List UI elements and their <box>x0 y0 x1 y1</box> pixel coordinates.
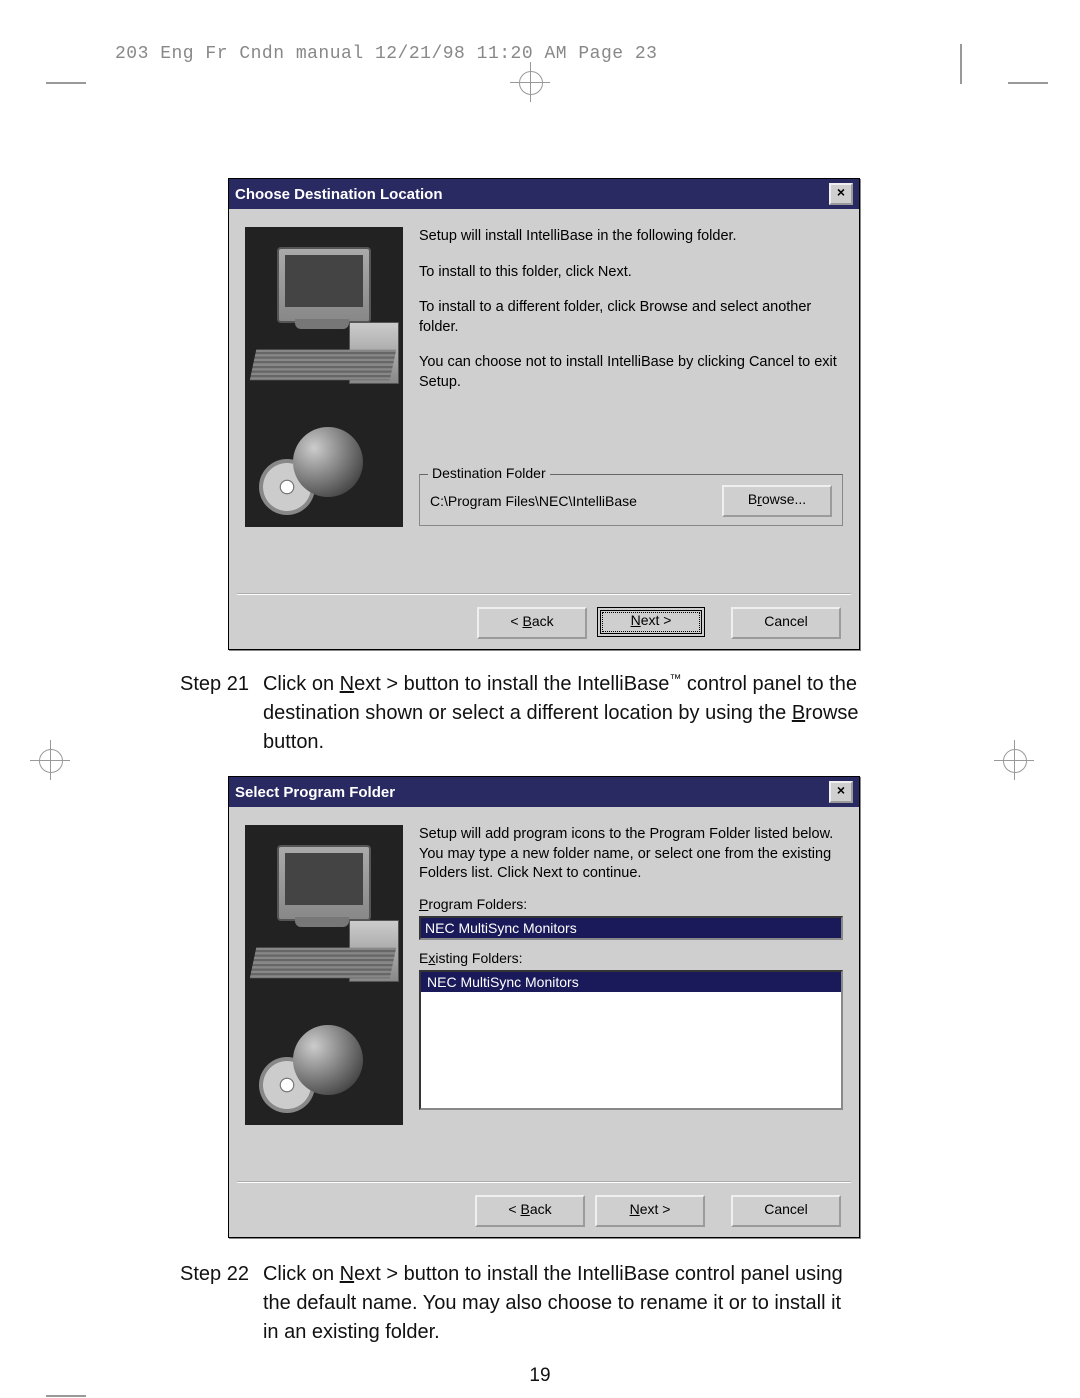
setup-line-3: To install to a different folder, click … <box>419 298 843 337</box>
step-text: Click on Next > button to install the In… <box>263 670 860 757</box>
step-21: Step 21 Click on Next > button to instal… <box>180 670 860 757</box>
destination-folder-group: Destination Folder C:\Program Files\NEC\… <box>419 474 843 526</box>
crop-mark <box>46 82 86 85</box>
back-button[interactable]: < Back <box>475 1195 585 1227</box>
program-folder-input[interactable]: NEC MultiSync Monitors <box>419 916 843 940</box>
dialog-title: Choose Destination Location <box>235 186 443 203</box>
dialog-select-program-folder: Select Program Folder × Setup will add p… <box>228 776 860 1238</box>
setup-line-1: Setup will install IntelliBase in the fo… <box>419 227 843 247</box>
close-icon[interactable]: × <box>829 781 853 803</box>
registration-mark <box>994 740 1034 780</box>
destination-path: C:\Program Files\NEC\IntelliBase <box>430 493 637 509</box>
next-button[interactable]: Next > <box>595 1195 705 1227</box>
dialog-button-row: < Back Next > Cancel <box>237 593 851 653</box>
dialog-title: Select Program Folder <box>235 784 395 801</box>
intro-text: Setup will add program icons to the Prog… <box>419 825 843 884</box>
crop-mark <box>1008 82 1048 85</box>
back-button[interactable]: < Back <box>477 607 587 639</box>
registration-mark <box>510 62 550 102</box>
registration-mark <box>30 740 70 780</box>
close-icon[interactable]: × <box>829 183 853 205</box>
page-number: 19 <box>0 1365 1080 1387</box>
crop-mark <box>960 44 963 84</box>
dialog-button-row: < Back Next > Cancel <box>237 1181 851 1241</box>
dialog-text-area: Setup will install IntelliBase in the fo… <box>419 227 843 583</box>
wizard-graphic <box>245 825 403 1125</box>
list-item[interactable]: NEC MultiSync Monitors <box>421 972 841 992</box>
next-button[interactable]: Next > <box>597 607 705 637</box>
wizard-graphic <box>245 227 403 527</box>
manual-page: { "header": "203 Eng Fr Cndn manual 12/2… <box>0 0 1080 1397</box>
existing-folders-list[interactable]: NEC MultiSync Monitors <box>419 970 843 1110</box>
step-text: Click on Next > button to install the In… <box>263 1260 860 1347</box>
dialog-choose-destination: Choose Destination Location × Setup will… <box>228 178 860 650</box>
program-folders-label: Program Folders: <box>419 896 843 912</box>
browse-button[interactable]: Browse... <box>722 485 832 517</box>
step-label: Step 21 <box>180 670 249 757</box>
setup-line-4: You can choose not to install IntelliBas… <box>419 353 843 392</box>
group-legend: Destination Folder <box>428 465 550 481</box>
print-header: 203 Eng Fr Cndn manual 12/21/98 11:20 AM… <box>115 44 657 64</box>
titlebar: Select Program Folder × <box>229 777 859 807</box>
existing-folders-label: Existing Folders: <box>419 950 843 966</box>
step-label: Step 22 <box>180 1260 249 1347</box>
dialog-text-area: Setup will add program icons to the Prog… <box>419 825 843 1171</box>
step-22: Step 22 Click on Next > button to instal… <box>180 1260 860 1347</box>
setup-line-2: To install to this folder, click Next. <box>419 263 843 283</box>
cancel-button[interactable]: Cancel <box>731 1195 841 1227</box>
cancel-button[interactable]: Cancel <box>731 607 841 639</box>
titlebar: Choose Destination Location × <box>229 179 859 209</box>
